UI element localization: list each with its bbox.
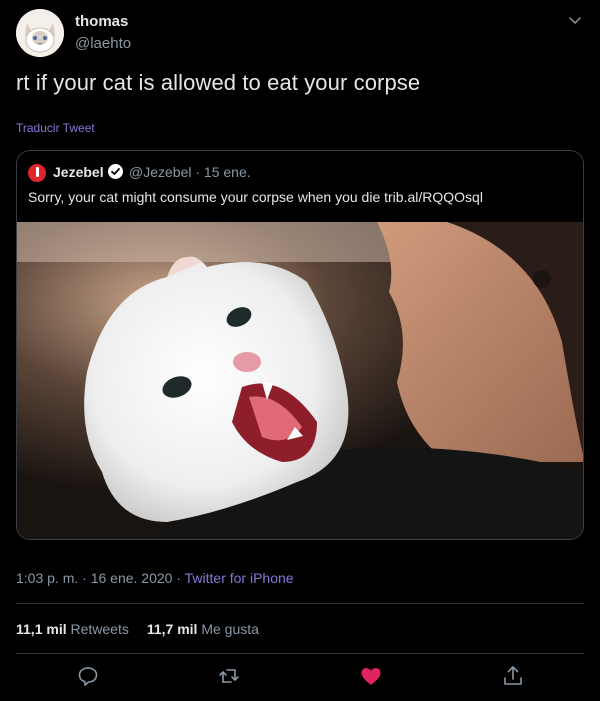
cat-photo-icon[interactable] (17, 222, 584, 540)
chevron-down-icon[interactable] (566, 12, 584, 30)
tweet-source-link[interactable]: Twitter for iPhone (185, 570, 294, 586)
quoted-handle-date: @Jezebel · 15 ene. (129, 164, 251, 180)
tweet-text: rt if your cat is allowed to eat your co… (16, 70, 421, 95)
retweets-label: Retweets (70, 621, 129, 637)
cat-avatar-icon (16, 9, 64, 57)
quoted-text: Sorry, your cat might consume your corps… (28, 189, 483, 205)
like-heart-icon[interactable] (359, 664, 383, 688)
likes-stat[interactable]: 11,7 mil Me gusta (147, 621, 259, 637)
share-icon[interactable] (501, 664, 525, 688)
author-name[interactable]: thomas (75, 13, 128, 30)
avatar[interactable] (16, 9, 64, 57)
reply-icon[interactable] (76, 664, 100, 688)
tweet-card: thomas @laehto rt if your cat is allowed… (0, 0, 600, 701)
quoted-author-name: Jezebel (53, 164, 104, 180)
retweet-icon[interactable] (217, 664, 241, 688)
tweet-timestamp: 1:03 p. m. · 16 ene. 2020 · Twitter for … (16, 570, 294, 586)
verified-badge-icon (108, 164, 123, 179)
likes-label: Me gusta (201, 621, 259, 637)
tweet-stats: 11,1 mil Retweets 11,7 mil Me gusta (16, 621, 259, 637)
likes-count: 11,7 mil (146, 621, 198, 637)
author-handle[interactable]: @laehto (75, 35, 131, 52)
retweets-count: 11,1 mil (16, 621, 67, 637)
retweets-stat[interactable]: 11,1 mil Retweets (16, 621, 129, 637)
translate-tweet-link[interactable]: Traducir Tweet (16, 121, 95, 135)
jezebel-logo-icon (28, 164, 46, 182)
quoted-tweet[interactable]: Jezebel @Jezebel · 15 ene. Sorry, your c… (16, 150, 584, 540)
divider (16, 653, 584, 654)
divider (16, 603, 584, 604)
tweet-datetime[interactable]: 1:03 p. m. · 16 ene. 2020 · (16, 570, 185, 586)
